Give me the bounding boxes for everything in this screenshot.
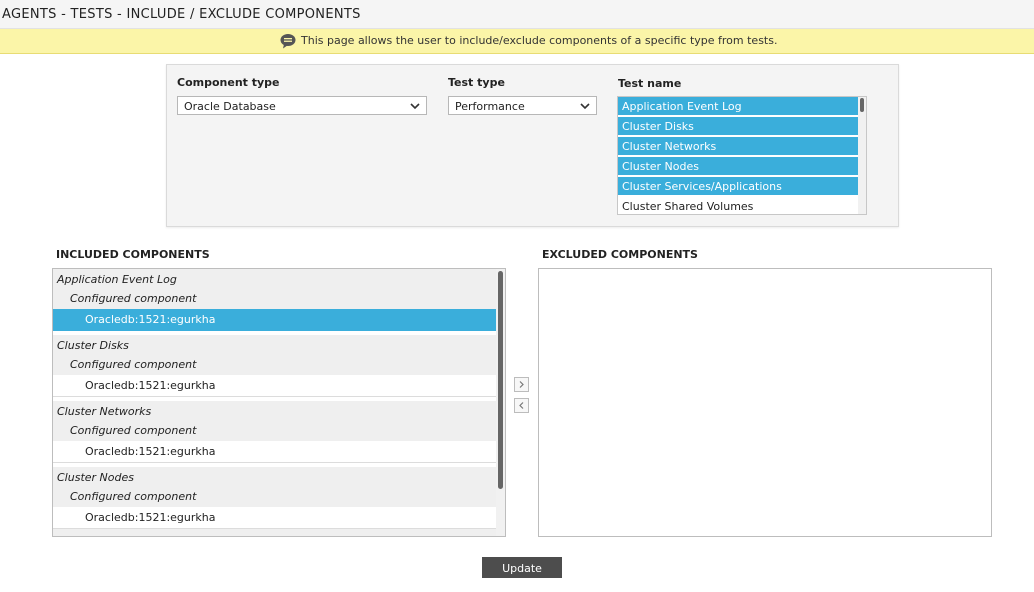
test-type-value: Performance: [455, 100, 525, 113]
test-name-option[interactable]: Cluster Nodes: [618, 157, 859, 176]
configured-component-label: Configured component: [53, 354, 497, 376]
configured-component-text: Configured component: [70, 358, 197, 371]
test-type-label: Test type: [448, 76, 505, 89]
component-name: Oracledb:1521:egurkha: [85, 379, 216, 392]
configured-component-text: Configured component: [70, 292, 197, 305]
test-name-listbox[interactable]: Application Event Log Cluster Disks Clus…: [617, 96, 867, 215]
configured-component-label: Configured component: [53, 420, 497, 442]
move-right-button[interactable]: [514, 377, 529, 392]
chevron-down-icon: [580, 103, 590, 110]
info-text: This page allows the user to include/exc…: [301, 34, 778, 47]
chevron-left-icon: [519, 402, 524, 409]
included-test-name: Application Event Log: [57, 273, 177, 286]
included-component-item[interactable]: Oracledb:1521:egurkha: [53, 309, 497, 331]
configured-component-label: Configured component: [53, 486, 497, 508]
configured-component-text: Configured component: [70, 424, 197, 437]
included-components-list[interactable]: Application Event Log Configured compone…: [52, 268, 506, 537]
component-type-label: Component type: [177, 76, 280, 89]
included-component-item[interactable]: Oracledb:1521:egurkha: [53, 375, 497, 397]
listbox-scroll-thumb[interactable]: [860, 98, 864, 112]
speech-bubble-icon: [280, 34, 296, 49]
included-heading: INCLUDED COMPONENTS: [56, 248, 210, 261]
included-scrollbar[interactable]: [496, 269, 505, 536]
title-bar: AGENTS - TESTS - INCLUDE / EXCLUDE COMPO…: [0, 0, 1034, 29]
move-left-button[interactable]: [514, 398, 529, 413]
test-name-option[interactable]: Cluster Disks: [618, 117, 859, 136]
test-name-option[interactable]: Application Event Log: [618, 97, 859, 116]
info-bar: This page allows the user to include/exc…: [0, 29, 1034, 54]
test-name-label: Test name: [618, 77, 682, 90]
test-name-option[interactable]: Cluster Networks: [618, 137, 859, 156]
component-name: Oracledb:1521:egurkha: [85, 313, 216, 326]
excluded-components-list[interactable]: [538, 268, 992, 537]
component-type-value: Oracle Database: [184, 100, 276, 113]
component-name: Oracledb:1521:egurkha: [85, 511, 216, 524]
included-component-item[interactable]: Oracledb:1521:egurkha: [53, 441, 497, 463]
component-name: Oracledb:1521:egurkha: [85, 445, 216, 458]
excluded-heading: EXCLUDED COMPONENTS: [542, 248, 698, 261]
filter-panel: Component type Oracle Database Test type…: [166, 64, 899, 227]
chevron-down-icon: [410, 103, 420, 110]
included-test-name: Cluster Nodes: [57, 471, 134, 484]
update-button[interactable]: Update: [482, 557, 562, 578]
configured-component-text: Configured component: [70, 490, 197, 503]
included-test-header-partial: [53, 529, 497, 536]
included-scroll-thumb[interactable]: [498, 271, 503, 489]
chevron-right-icon: [519, 381, 524, 388]
page-title: AGENTS - TESTS - INCLUDE / EXCLUDE COMPO…: [2, 7, 361, 22]
listbox-scrollbar[interactable]: [858, 97, 866, 214]
included-component-item[interactable]: Oracledb:1521:egurkha: [53, 507, 497, 529]
configured-component-label: Configured component: [53, 288, 497, 310]
test-name-option[interactable]: Cluster Services/Applications: [618, 177, 859, 196]
test-name-option[interactable]: Cluster Shared Volumes: [618, 197, 859, 214]
test-type-select[interactable]: Performance: [448, 96, 597, 115]
component-type-select[interactable]: Oracle Database: [177, 96, 427, 115]
included-test-name: Cluster Disks: [57, 339, 129, 352]
included-test-name: Cluster Networks: [57, 405, 152, 418]
